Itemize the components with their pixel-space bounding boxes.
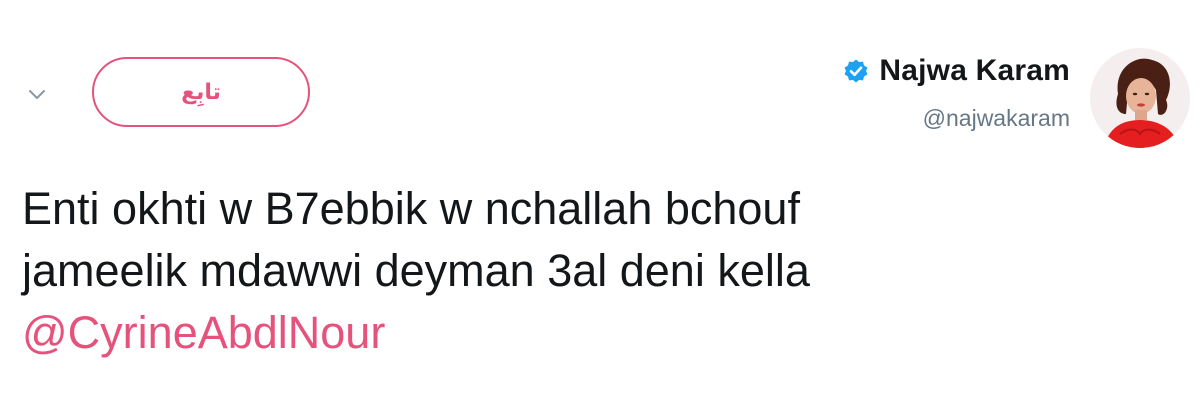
mention-link[interactable]: @CyrineAbdlNour — [22, 302, 1122, 364]
tweet-text: Enti okhti w B7ebbik w nchallah bchouf j… — [22, 178, 1122, 364]
tweet-text-line: Enti okhti w B7ebbik w nchallah bchouf — [22, 183, 800, 234]
author-handle[interactable]: @najwakaram — [923, 105, 1070, 132]
author-display-name[interactable]: Najwa Karam — [879, 54, 1070, 88]
tweet-card: تابِع Najwa Karam @najwakaram Enti okhti… — [0, 0, 1200, 402]
verified-badge-icon — [843, 58, 869, 84]
avatar[interactable] — [1090, 48, 1190, 148]
follow-button[interactable]: تابِع — [92, 57, 310, 127]
author-name-row: Najwa Karam — [843, 54, 1070, 88]
tweet-author: Najwa Karam @najwakaram — [740, 0, 1200, 160]
chevron-down-icon[interactable] — [22, 82, 52, 108]
tweet-text-line: jameelik mdawwi deyman 3al deni kella — [22, 245, 810, 296]
